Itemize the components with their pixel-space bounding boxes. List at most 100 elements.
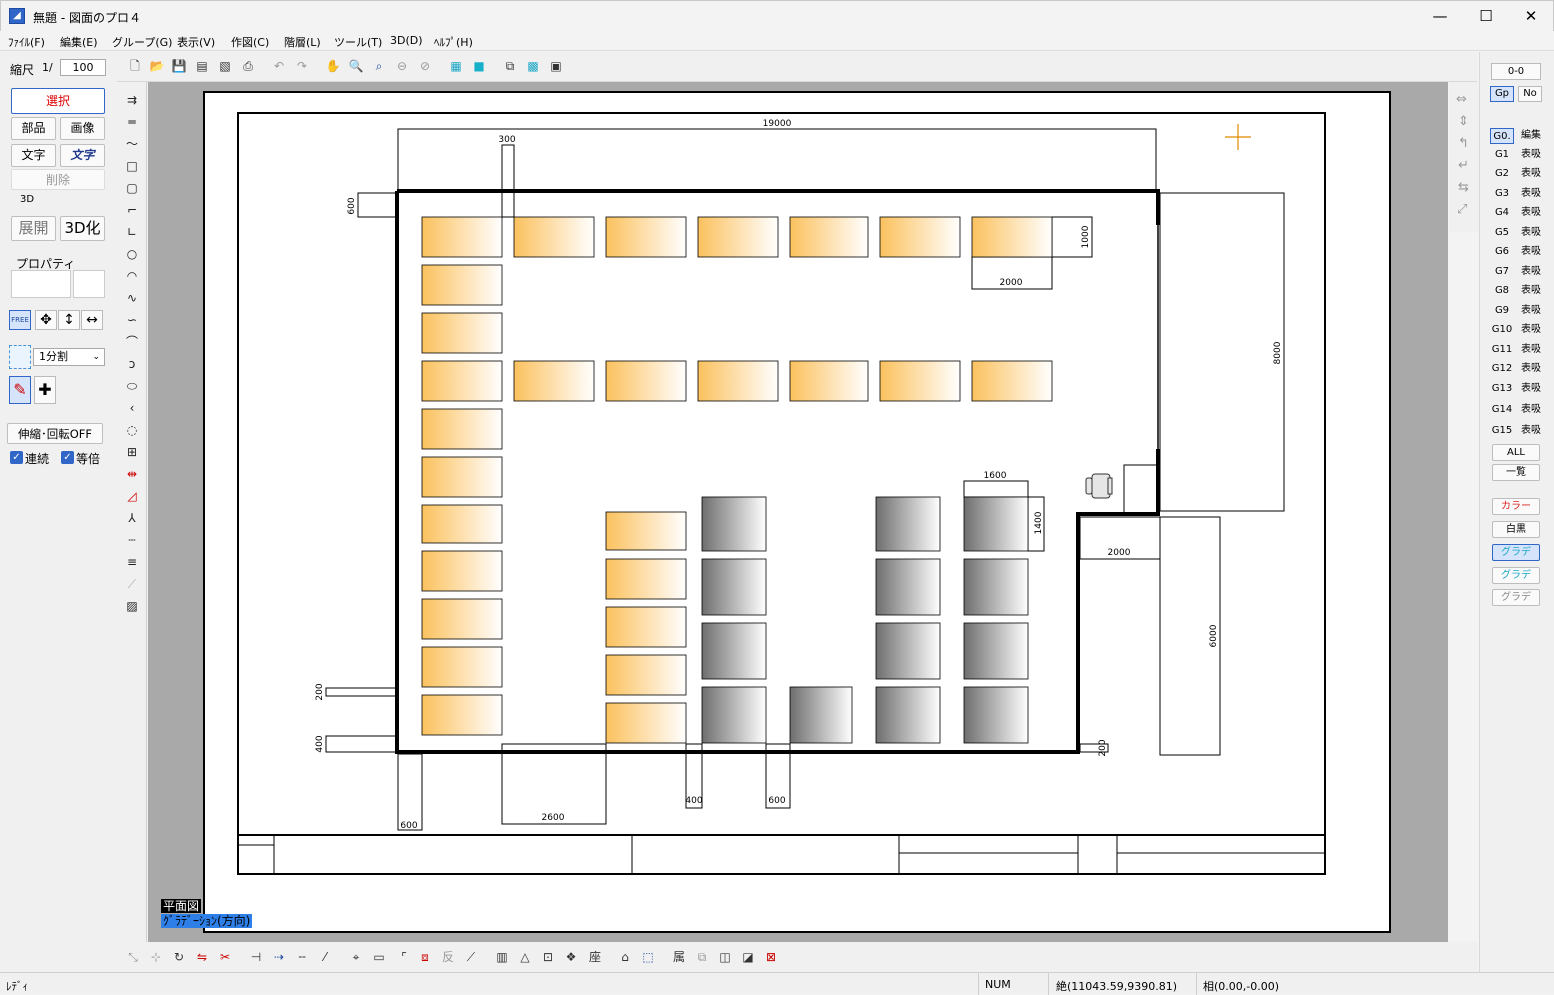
group-g5[interactable]: G5	[1490, 225, 1514, 241]
dim-2000-top: 2000	[1000, 278, 1023, 288]
group-g4[interactable]: G4	[1490, 205, 1514, 221]
group-g15-state[interactable]: 表吸	[1518, 423, 1544, 439]
group-g15[interactable]: G15	[1490, 423, 1514, 439]
group-g14[interactable]: G14	[1490, 402, 1514, 418]
color-mode-button[interactable]: カラー	[1492, 498, 1540, 515]
dim-200-left: 200	[315, 683, 325, 700]
diagonal-icon[interactable]: ⟋	[463, 949, 479, 965]
mirror-icon[interactable]: ⇋	[194, 949, 210, 965]
group-g5-state[interactable]: 表吸	[1518, 225, 1544, 241]
swap-icon[interactable]: ⇆	[1458, 180, 1469, 195]
cabinet	[963, 558, 1029, 616]
gradient-mode-button-2[interactable]: グラデ	[1492, 567, 1540, 584]
status-separator	[1048, 973, 1049, 995]
group-g0[interactable]: G0.	[1490, 128, 1514, 144]
group-g2-state[interactable]: 表吸	[1518, 166, 1544, 182]
select-area-icon[interactable]: ⬚	[640, 949, 656, 965]
gradient-mode-button-1[interactable]: グラデ	[1492, 544, 1540, 561]
dim-1600: 1600	[984, 471, 1007, 481]
desk	[605, 702, 687, 744]
mono-mode-button[interactable]: 白黒	[1492, 521, 1540, 538]
fit-vertical-icon[interactable]: ⇕	[1458, 114, 1469, 129]
desk	[513, 360, 595, 402]
group-g13-state[interactable]: 表吸	[1518, 381, 1544, 397]
all-groups-button[interactable]: ALL	[1492, 444, 1540, 461]
layer-indicator[interactable]: 0-0	[1491, 63, 1541, 80]
group-icon[interactable]: ❖	[563, 949, 579, 965]
return-icon[interactable]: ↵	[1458, 158, 1469, 173]
title-block	[238, 834, 1325, 874]
group-g9-state[interactable]: 表吸	[1518, 303, 1544, 319]
skew-icon[interactable]: ✂	[217, 949, 233, 965]
trim-icon[interactable]: ⊣	[248, 949, 264, 965]
reverse-icon[interactable]: 反	[440, 949, 456, 965]
group-g14-state[interactable]: 表吸	[1518, 402, 1544, 418]
group-g1-state[interactable]: 表吸	[1518, 147, 1544, 163]
node-add-icon[interactable]: ⊹	[148, 949, 164, 965]
offset-icon[interactable]: ⧈	[417, 949, 433, 965]
group-g9[interactable]: G9	[1490, 303, 1514, 319]
group-g12[interactable]: G12	[1490, 361, 1514, 377]
group-list-button[interactable]: 一覧	[1492, 464, 1540, 481]
layer-copy-icon[interactable]: ⧉	[694, 949, 710, 965]
group-g11-state[interactable]: 表吸	[1518, 342, 1544, 358]
gp-toggle[interactable]: Gp	[1490, 86, 1514, 102]
node-move-icon[interactable]: ⤡	[125, 949, 141, 965]
group-g12-state[interactable]: 表吸	[1518, 361, 1544, 377]
desk	[879, 360, 961, 402]
group-g8[interactable]: G8	[1490, 283, 1514, 299]
cursor-crosshair	[1225, 124, 1251, 150]
group-g7[interactable]: G7	[1490, 264, 1514, 280]
group-g6[interactable]: G6	[1490, 244, 1514, 260]
desk	[971, 360, 1053, 402]
group-g13[interactable]: G13	[1490, 381, 1514, 397]
bring-front-icon[interactable]: ◫	[717, 949, 733, 965]
group-g10-state[interactable]: 表吸	[1518, 322, 1544, 338]
group-g6-state[interactable]: 表吸	[1518, 244, 1544, 260]
center-point-icon[interactable]: ⌖	[348, 949, 364, 965]
polygon-icon[interactable]: ⌂	[617, 949, 633, 965]
group-g4-state[interactable]: 表吸	[1518, 205, 1544, 221]
triangle-icon[interactable]: △	[517, 949, 533, 965]
group-g8-state[interactable]: 表吸	[1518, 283, 1544, 299]
rotate-left-icon[interactable]: ↰	[1458, 136, 1469, 151]
rotate-icon[interactable]: ↻	[171, 949, 187, 965]
frame-icon[interactable]: ▭	[371, 949, 387, 965]
dim-2000-right: 2000	[1108, 548, 1131, 558]
group-g0-state[interactable]: 編集	[1518, 128, 1544, 144]
corner-round-icon[interactable]: ⌜	[396, 949, 412, 965]
bounding-box-icon[interactable]: ⊡	[540, 949, 556, 965]
desk	[605, 216, 687, 258]
floor-plan[interactable]: 19000 300 600 1000 2000 8000 1600 1400 2…	[0, 0, 1554, 994]
gradient-mode-button-3[interactable]: グラデ	[1492, 589, 1540, 606]
send-back-icon[interactable]: ◪	[740, 949, 756, 965]
no-toggle[interactable]: No	[1518, 86, 1542, 102]
group-g3[interactable]: G3	[1490, 186, 1514, 202]
extend-icon[interactable]: ⇢	[271, 949, 287, 965]
cabinet	[963, 622, 1029, 680]
group-g7-state[interactable]: 表吸	[1518, 264, 1544, 280]
split-line-icon[interactable]: ⁄	[317, 949, 333, 965]
group-g11[interactable]: G11	[1490, 342, 1514, 358]
cabinets-gray	[701, 496, 1029, 744]
property-icon[interactable]: 属	[671, 949, 687, 965]
cabinet	[701, 496, 767, 552]
cabinet	[963, 686, 1029, 744]
fit-horizontal-icon[interactable]: ⇔	[1456, 92, 1467, 107]
fullscreen-icon[interactable]: ⤢	[1457, 202, 1467, 217]
group-g1[interactable]: G1	[1490, 147, 1514, 163]
group-g3-state[interactable]: 表吸	[1518, 186, 1544, 202]
group-g10[interactable]: G10	[1490, 322, 1514, 338]
clear-icon[interactable]: ⊠	[763, 949, 779, 965]
status-ready: ﾚﾃﾞｨ	[6, 980, 28, 993]
desk	[421, 550, 503, 592]
chair-icon	[1085, 473, 1113, 499]
array-icon[interactable]: ▥	[494, 949, 510, 965]
coordinate-icon[interactable]: 座	[587, 949, 603, 965]
desk	[971, 216, 1053, 258]
break-line-icon[interactable]: ╌	[294, 949, 310, 965]
cabinet	[789, 686, 853, 744]
edit-toolbar: ⤡ ⊹ ↻ ⇋ ✂ ⊣ ⇢ ╌ ⁄ ⌖ ▭ ⌜ ⧈ 反 ⟋ ▥ △ ⊡ ❖ 座 …	[117, 942, 1477, 972]
group-g2[interactable]: G2	[1490, 166, 1514, 182]
desk	[421, 264, 503, 306]
